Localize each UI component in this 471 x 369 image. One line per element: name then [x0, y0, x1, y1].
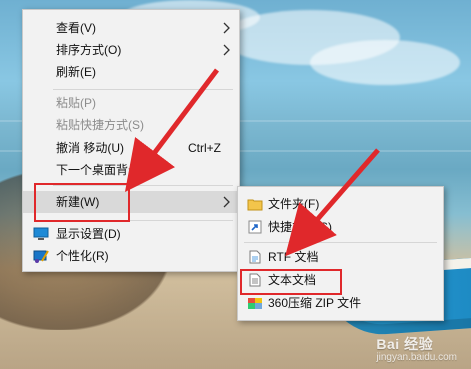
baidu-jingyan-watermark: Bai 经验 jingyan.baidu.com — [376, 334, 457, 363]
submenu-separator — [244, 242, 437, 243]
menu-item-paste-shortcut: 粘贴快捷方式(S) — [23, 114, 239, 136]
watermark-logo: Bai 经验 — [376, 336, 434, 352]
menu-item-label: 粘贴快捷方式(S) — [56, 118, 144, 132]
menu-item-paste: 粘贴(P) — [23, 92, 239, 114]
submenu-item-label: 快捷方式(S) — [268, 220, 332, 234]
chevron-right-icon — [223, 44, 230, 56]
submenu-item-shortcut[interactable]: 快捷方式(S) — [238, 216, 443, 238]
menu-item-undo-move[interactable]: 撤消 移动(U) Ctrl+Z — [23, 137, 239, 159]
shortcut-icon — [248, 220, 262, 234]
menu-item-view[interactable]: 查看(V) — [23, 17, 239, 39]
display-settings-icon — [33, 227, 49, 240]
desktop-context-menu: 查看(V) 排序方式(O) 刷新(E) 粘贴(P) 粘贴快捷方式(S) 撤消 移… — [22, 9, 240, 272]
menu-item-personalize[interactable]: 个性化(R) — [23, 245, 239, 267]
submenu-item-folder[interactable]: 文件夹(F) — [238, 193, 443, 215]
menu-item-label: 显示设置(D) — [56, 227, 121, 241]
menu-item-refresh[interactable]: 刷新(E) — [23, 61, 239, 83]
shortcut-label: Ctrl+Z — [188, 141, 221, 155]
menu-item-label: 下一个桌面背景(N) — [56, 163, 157, 177]
submenu-item-label: RTF 文档 — [268, 250, 319, 264]
menu-item-next-background[interactable]: 下一个桌面背景(N) — [23, 159, 239, 181]
new-submenu: 文件夹(F) 快捷方式(S) RTF 文档 文本文档 360压缩 ZIP 文件 — [237, 186, 444, 321]
chevron-right-icon — [223, 22, 230, 34]
zip-archive-icon — [248, 298, 262, 309]
submenu-item-zip-file[interactable]: 360压缩 ZIP 文件 — [238, 292, 443, 314]
folder-icon — [247, 199, 263, 211]
chevron-right-icon — [223, 196, 230, 208]
menu-item-label: 个性化(R) — [56, 249, 109, 263]
annotation-box-new — [34, 183, 130, 222]
cloud — [310, 40, 460, 85]
annotation-box-text-document — [240, 269, 342, 295]
menu-item-label: 查看(V) — [56, 21, 96, 35]
submenu-item-label: 360压缩 ZIP 文件 — [268, 296, 362, 310]
watermark-url: jingyan.baidu.com — [376, 352, 457, 363]
submenu-item-label: 文件夹(F) — [268, 197, 320, 211]
menu-separator — [53, 89, 233, 90]
menu-item-label: 刷新(E) — [56, 65, 96, 79]
menu-item-display-settings[interactable]: 显示设置(D) — [23, 223, 239, 245]
menu-item-label: 排序方式(O) — [56, 43, 122, 57]
personalize-icon — [33, 250, 49, 263]
rtf-document-icon — [249, 250, 261, 264]
menu-item-sort-by[interactable]: 排序方式(O) — [23, 39, 239, 61]
menu-item-label: 粘贴(P) — [56, 96, 96, 110]
submenu-item-rtf-document[interactable]: RTF 文档 — [238, 246, 443, 268]
menu-item-label: 撤消 移动(U) — [56, 141, 124, 155]
